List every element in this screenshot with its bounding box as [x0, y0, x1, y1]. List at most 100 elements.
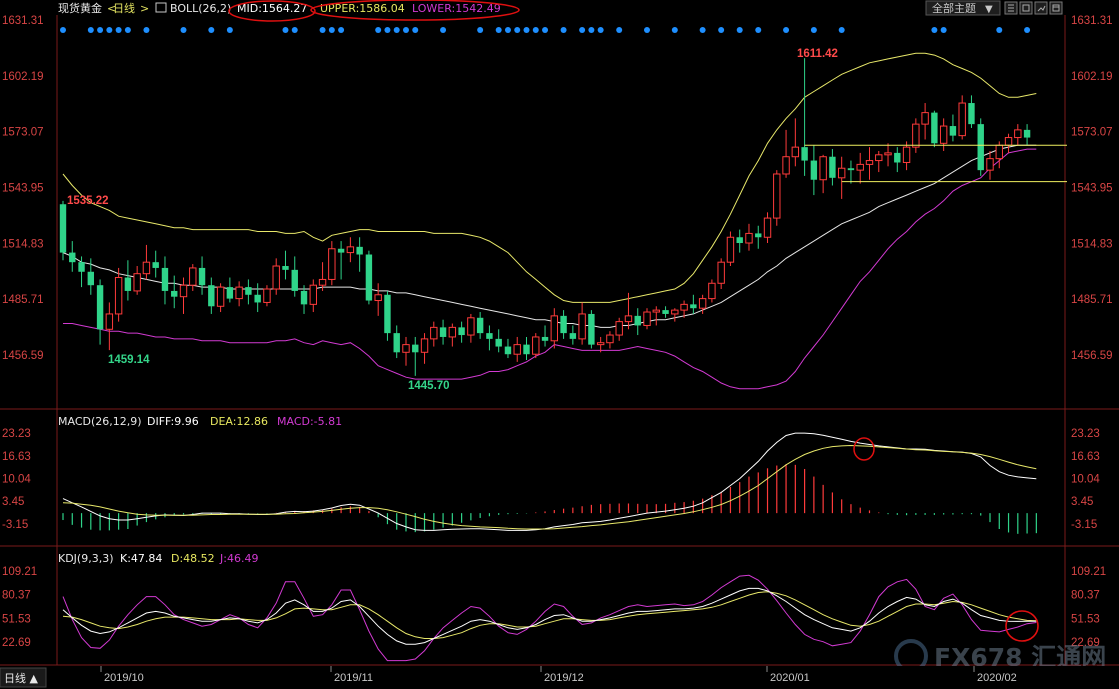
- candle-body: [114, 277, 123, 315]
- theme-select-label[interactable]: 全部主题: [932, 1, 976, 15]
- signal-dot: [996, 27, 1003, 33]
- candle-body: [755, 233, 762, 238]
- candle-body: [634, 315, 641, 326]
- kdj-axis-label: 80.37: [2, 590, 31, 602]
- macd-dea-value: DEA:12.86: [210, 415, 268, 428]
- macd-value: MACD:-5.81: [277, 415, 342, 428]
- signal-dot: [282, 27, 289, 33]
- signal-dot: [542, 27, 549, 33]
- kdj-axis-label: 51.53: [2, 613, 31, 625]
- candle-body: [87, 271, 95, 286]
- price-axis-labels: 1631.31 1631.31 1602.19 1602.19 1573.07 1573.…: [2, 15, 1113, 362]
- candle-body: [986, 158, 994, 171]
- chart-canvas: 现货黄金 < 日线 > BOLL(26,2) MID:1564.27 UPPER…: [0, 0, 1119, 689]
- candle-body: [736, 237, 743, 244]
- macd-axis-label: 23.23: [1071, 428, 1100, 440]
- candle-body: [624, 315, 633, 323]
- window-icon[interactable]: [1049, 1, 1063, 15]
- signal-dot: [375, 27, 382, 33]
- candle-body: [124, 277, 132, 291]
- period-label[interactable]: 日线: [113, 1, 135, 15]
- kdj-axis-label: 22.69: [2, 637, 31, 649]
- candle-body: [588, 313, 595, 345]
- period-tab-label[interactable]: 日线 ▲: [4, 671, 38, 685]
- macd-axis-label: 23.23: [2, 428, 31, 440]
- signal-dot: [87, 27, 94, 33]
- price-axis-label: 1573.07: [1071, 127, 1113, 139]
- price-axis-label: 1573.07: [2, 127, 44, 139]
- candle-body: [652, 309, 660, 313]
- candle-body: [420, 338, 429, 353]
- macd-dea-line: [62, 444, 1037, 530]
- price-axis-label: 1485.71: [1071, 294, 1113, 306]
- start-annotation: 1535.22: [67, 195, 109, 207]
- candle-body: [912, 123, 920, 148]
- candle-body: [698, 298, 707, 309]
- candle-body: [532, 336, 540, 355]
- kdj-label: KDJ(9,3,3): [58, 552, 114, 565]
- candle-body: [96, 285, 104, 330]
- chart-icon[interactable]: [1034, 1, 1048, 15]
- candle-body: [393, 333, 400, 353]
- candle-body: [272, 265, 280, 290]
- candle-body: [763, 217, 772, 238]
- candle-body: [513, 344, 521, 355]
- candle-body: [504, 346, 512, 355]
- macd-axis-label: -3.15: [1071, 519, 1097, 531]
- candle-body: [476, 317, 484, 334]
- candle-body: [356, 246, 363, 255]
- candle-body: [346, 246, 355, 254]
- macd-header: MACD(26,12,9) DIFF:9.96 DEA:12.86 MACD:-…: [58, 415, 342, 428]
- candle-body: [105, 313, 114, 330]
- date-label: 2020/01: [770, 672, 810, 684]
- candlesticks: [59, 58, 1031, 376]
- candle-body: [569, 333, 577, 339]
- signal-dot: [60, 27, 66, 33]
- candle-body: [708, 282, 716, 300]
- signal-dot: [532, 27, 539, 33]
- kdj-lines: [62, 574, 1037, 662]
- candle-body: [939, 125, 948, 144]
- macd-histogram: [62, 464, 1037, 534]
- candle-body: [1014, 129, 1022, 139]
- candle-body: [837, 167, 846, 179]
- candle-body: [337, 248, 345, 253]
- candle-body: [291, 269, 298, 291]
- candle-body: [254, 294, 261, 303]
- candle-body: [328, 248, 336, 280]
- bollinger-bands: [62, 52, 1037, 390]
- signal-dot: [319, 27, 326, 33]
- chevron-down-icon[interactable]: ▼: [985, 4, 993, 15]
- kdj-axis-label: 109.21: [2, 566, 37, 578]
- candle-body: [931, 112, 938, 144]
- candle-body: [226, 287, 234, 299]
- macd-cross-highlight: [853, 437, 875, 461]
- signal-dot: [402, 27, 409, 33]
- candle-body: [680, 303, 688, 311]
- candle-body: [448, 326, 457, 338]
- grid-icon[interactable]: [1004, 1, 1018, 15]
- candle-body: [791, 146, 800, 158]
- signal-dot: [97, 27, 104, 33]
- layout-icon[interactable]: [1019, 1, 1033, 15]
- kdj-j-value: J:46.49: [219, 552, 258, 565]
- macd-axis-label: 3.45: [2, 496, 24, 508]
- macd-axis-label: 10.04: [1071, 474, 1100, 486]
- candle-body: [171, 290, 178, 297]
- signal-dot: [393, 27, 400, 33]
- candle-body: [921, 112, 929, 125]
- period-suffix: >: [140, 2, 149, 15]
- indicator-icon[interactable]: [155, 2, 167, 13]
- candle-body: [810, 160, 818, 180]
- signal-dot: [514, 27, 521, 33]
- price-axis-label: 1456.59: [1071, 350, 1113, 362]
- signal-dot: [1024, 27, 1031, 33]
- macd-lines: [62, 432, 1037, 531]
- macd-axis-label: 16.63: [1071, 451, 1100, 463]
- theme-select[interactable]: 全部主题 ▼: [925, 0, 1001, 16]
- signal-dot: [931, 27, 938, 33]
- candle-body: [865, 160, 874, 165]
- candle-body: [958, 102, 966, 137]
- signal-dot: [440, 27, 447, 33]
- candle-body: [245, 287, 252, 295]
